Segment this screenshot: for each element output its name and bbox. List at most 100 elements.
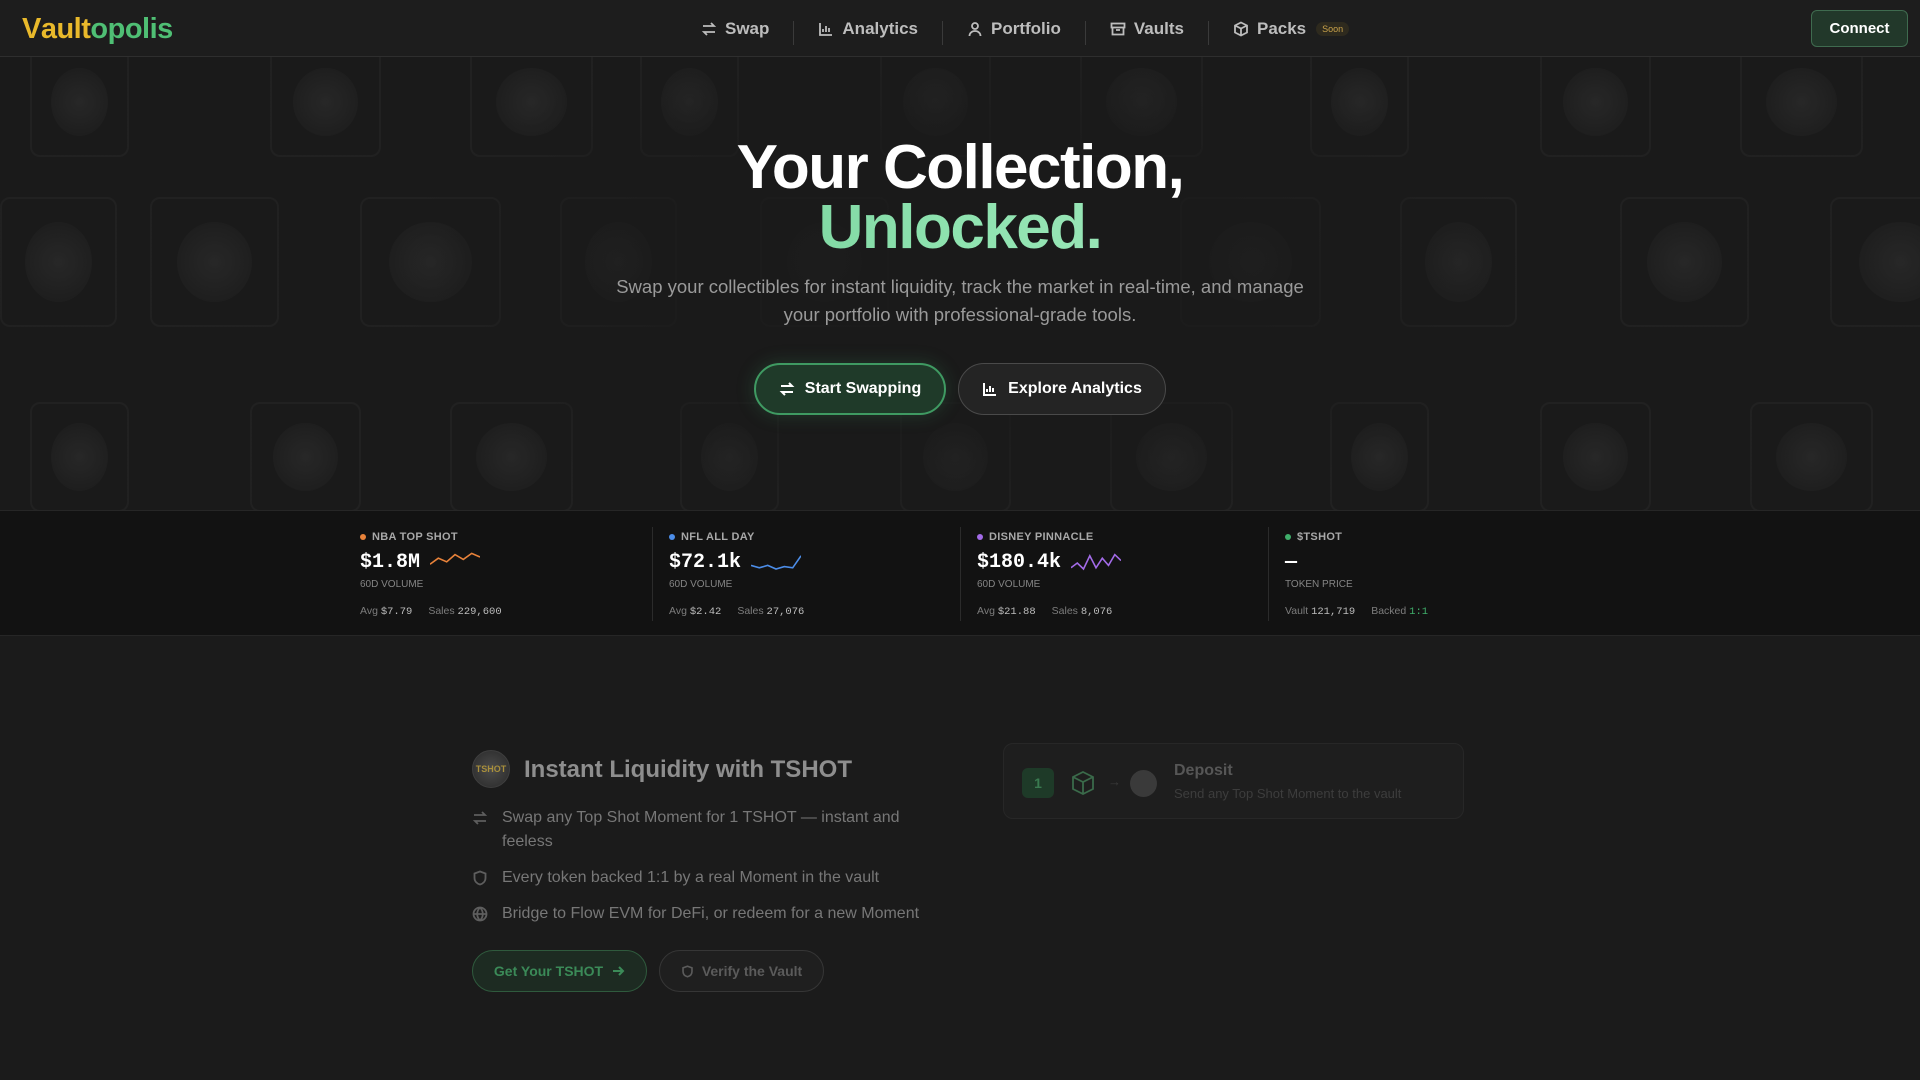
status-dot [1285, 534, 1291, 540]
stat-meta: Avg $21.88 Sales 8,076 [977, 605, 1112, 618]
stat-nfl-all-day[interactable]: NFL ALL DAY $72.1k 60D VOLUME Avg $2.42 … [669, 511, 969, 637]
feature-item-text: Bridge to Flow EVM for DeFi, or redeem f… [502, 905, 920, 922]
stat-label: 60D VOLUME [669, 579, 733, 590]
get-tshot-button[interactable]: Get Your TSHOT [472, 950, 647, 992]
bar-chart-icon [819, 22, 833, 36]
nav-analytics[interactable]: Analytics [794, 17, 942, 41]
stat-name-row: NBA TOP SHOT [360, 531, 458, 543]
sparkline [430, 552, 480, 565]
step-description: Send any Top Shot Moment to the vault [1174, 786, 1402, 801]
stat-divider [652, 527, 653, 621]
stat-sales-label: Sales [428, 605, 455, 617]
status-dot [360, 534, 366, 540]
logo-text-opolis: opolis [90, 12, 173, 45]
tshot-token-icon: TSHOT [472, 750, 510, 788]
nav-portfolio[interactable]: Portfolio [943, 17, 1085, 41]
hero-title-highlight: Unlocked. [0, 197, 1920, 259]
stat-value: — [1285, 551, 1298, 574]
sparkline [751, 555, 801, 570]
stat-name: DISNEY PINNACLE [989, 531, 1094, 543]
stat-sales: Sales 8,076 [1052, 605, 1113, 618]
stat-sales-value: 229,600 [457, 606, 502, 618]
cube-icon [1072, 770, 1094, 796]
verify-vault-button[interactable]: Verify the Vault [659, 950, 824, 992]
nav-swap[interactable]: Swap [677, 17, 793, 41]
stat-sales-label: Sales [1051, 605, 1078, 617]
market-stats-bar: NBA TOP SHOT $1.8M 60D VOLUME Avg $7.79 … [0, 510, 1920, 636]
stat-vault-value: 121,719 [1311, 606, 1356, 618]
get-tshot-label: Get Your TSHOT [493, 963, 604, 979]
stat-divider [1268, 527, 1269, 621]
stat-avg-value: $2.42 [689, 606, 722, 618]
hero-subtitle: Swap your collectibles for instant liqui… [610, 273, 1310, 329]
hero-title: Your Collection, [736, 133, 1185, 202]
stat-value: $180.4k [977, 551, 1062, 574]
logo[interactable]: Vault opolis [22, 12, 173, 46]
nav-packs-label: Packs [1256, 18, 1307, 38]
stat-label: 60D VOLUME [360, 579, 424, 590]
start-swapping-label: Start Swapping [804, 380, 922, 397]
nav-packs[interactable]: Packs Soon [1209, 17, 1373, 41]
stat-label: 60D VOLUME [977, 579, 1041, 590]
nav-vaults[interactable]: Vaults [1086, 17, 1208, 41]
sparkline [1071, 553, 1121, 571]
bar-chart-icon [983, 383, 997, 396]
stat-meta: Avg $7.79 Sales 229,600 [360, 605, 502, 618]
stat-name: $TSHOT [1297, 531, 1343, 543]
stat-avg-value: $21.88 [997, 606, 1036, 618]
stat-nba-top-shot[interactable]: NBA TOP SHOT $1.8M 60D VOLUME Avg $7.79 … [360, 511, 660, 637]
stat-backed-label: Backed [1371, 605, 1407, 617]
nav-vaults-label: Vaults [1133, 18, 1184, 38]
stat-value: $72.1k [669, 551, 742, 574]
feature-item-text: Swap any Top Shot Moment for 1 TSHOT — i… [502, 809, 900, 850]
stat-value: $1.8M [360, 551, 421, 574]
nav-analytics-label: Analytics [842, 18, 918, 38]
feature-item: Every token backed 1:1 by a real Moment … [472, 866, 932, 890]
stat-avg-label: Avg [360, 605, 378, 617]
stat-name: NFL ALL DAY [681, 531, 755, 543]
feature-title: Instant Liquidity with TSHOT [524, 756, 852, 783]
stat-meta: Avg $2.42 Sales 27,076 [669, 605, 804, 618]
swap-icon [472, 811, 488, 825]
status-dot [977, 534, 983, 540]
status-dot [669, 534, 675, 540]
explore-analytics-label: Explore Analytics [1008, 380, 1142, 397]
stat-avg: Avg $7.79 [360, 605, 412, 618]
stat-sales-value: 8,076 [1080, 606, 1113, 618]
explore-analytics-button[interactable]: Explore Analytics [958, 363, 1166, 415]
stat-name: NBA TOP SHOT [372, 531, 458, 543]
arrow-right-icon [613, 966, 625, 976]
archive-icon [1110, 22, 1126, 35]
feature-item: Swap any Top Shot Moment for 1 TSHOT — i… [472, 806, 932, 854]
coin-icon [1130, 770, 1157, 797]
verify-vault-label: Verify the Vault [701, 963, 803, 979]
stat-tshot[interactable]: $TSHOT — TOKEN PRICE Vault 121,719 Backe… [1285, 511, 1585, 637]
soon-badge: Soon [1316, 21, 1350, 36]
shield-icon [473, 870, 487, 886]
nav-swap-label: Swap [725, 18, 770, 38]
stat-label: TOKEN PRICE [1285, 579, 1353, 590]
swap-icon [779, 382, 795, 396]
stat-avg-value: $7.79 [380, 606, 413, 618]
hero-subtitle-line: Swap your collectibles for instant liqui… [616, 276, 1304, 297]
stat-avg-label: Avg [977, 605, 995, 617]
user-icon [968, 21, 982, 36]
stat-disney-pinnacle[interactable]: DISNEY PINNACLE $180.4k 60D VOLUME Avg $… [977, 511, 1277, 637]
stat-meta: Vault 121,719 Backed 1:1 [1285, 605, 1428, 618]
stat-avg: Avg $2.42 [669, 605, 721, 618]
stat-name-row: DISNEY PINNACLE [977, 531, 1094, 543]
stat-name-row: $TSHOT [1285, 531, 1342, 543]
stat-avg: Avg $21.88 [977, 605, 1036, 618]
step-number: 1 [1022, 768, 1054, 798]
stat-vault: Vault 121,719 [1285, 605, 1355, 618]
arrow-icon: → [1108, 774, 1121, 789]
feature-item: Bridge to Flow EVM for DeFi, or redeem f… [472, 902, 932, 926]
swap-icon [701, 21, 717, 36]
connect-button[interactable]: Connect [1811, 10, 1908, 47]
hero-subtitle-line: your portfolio with professional-grade t… [783, 304, 1137, 325]
start-swapping-button[interactable]: Start Swapping [754, 363, 946, 415]
stat-sales-value: 27,076 [766, 606, 805, 618]
stat-backed-value: 1:1 [1409, 606, 1429, 618]
stat-divider [960, 527, 961, 621]
nav-links: Swap Analytics Portfolio Vaults Packs So… [677, 0, 1373, 57]
